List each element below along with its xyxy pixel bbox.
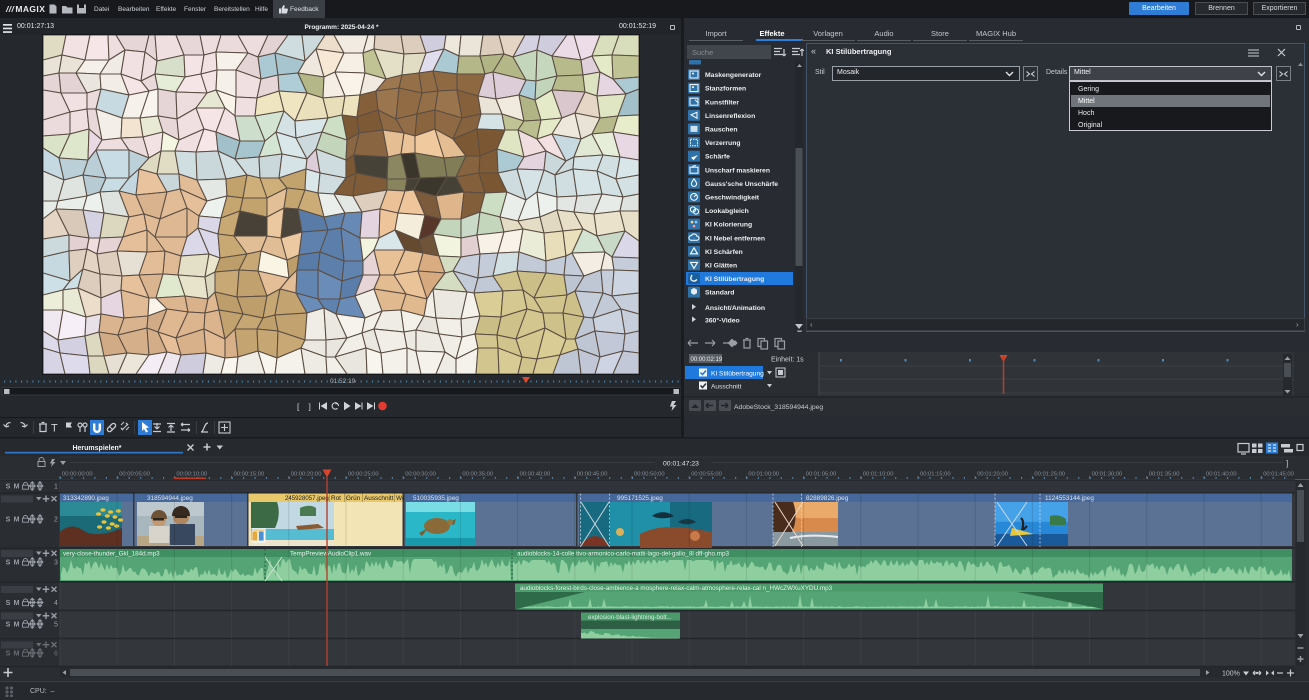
svg-text:S: S <box>6 622 11 629</box>
svg-text:T: T <box>51 423 58 435</box>
svg-text:Ausschnitt: Ausschnitt <box>364 495 394 502</box>
svg-text:Ausschnitt: Ausschnitt <box>711 384 742 391</box>
svg-text:00:01:20;00: 00:01:20;00 <box>977 472 1008 478</box>
svg-text:00:00:45;00: 00:00:45;00 <box>577 472 608 478</box>
svg-text:Geschwindigkeit: Geschwindigkeit <box>705 195 760 202</box>
svg-text:KI Glätten: KI Glätten <box>705 263 737 270</box>
svg-text:00:00:40;00: 00:00:40;00 <box>520 472 551 478</box>
svg-text:KI Stilübertragung: KI Stilübertragung <box>711 371 764 378</box>
svg-text:TempPreviewAudioClip1.wav: TempPreviewAudioClip1.wav <box>290 551 372 558</box>
svg-text:2: 2 <box>54 517 58 524</box>
svg-text:00:01:05;00: 00:01:05;00 <box>806 472 837 478</box>
svg-text:]: ] <box>1286 459 1288 468</box>
svg-text:1124553144.jpeg: 1124553144.jpeg <box>1045 495 1094 502</box>
svg-text:00:01:30;00: 00:01:30;00 <box>1092 472 1123 478</box>
svg-text:00:01:47:23: 00:01:47:23 <box>663 461 699 468</box>
svg-text:1: 1 <box>54 484 58 491</box>
svg-text:00:00:30;00: 00:00:30;00 <box>405 472 436 478</box>
svg-text:100%: 100% <box>1222 671 1240 678</box>
svg-text:S: S <box>6 600 11 607</box>
svg-text:S: S <box>6 484 11 491</box>
svg-text:00:00:20;00: 00:00:20;00 <box>291 472 322 478</box>
svg-text:Rauschen: Rauschen <box>705 127 737 134</box>
svg-text:S: S <box>6 651 11 658</box>
svg-text:AdobeStock_318594944.jpeg: AdobeStock_318594944.jpeg <box>734 404 823 411</box>
svg-text:Grün: Grün <box>346 495 361 502</box>
svg-text:00:01:15;00: 00:01:15;00 <box>920 472 951 478</box>
svg-text:M: M <box>14 600 20 607</box>
svg-text:Unscharf maskieren: Unscharf maskieren <box>705 167 770 174</box>
svg-text:995171525.jpeg: 995171525.jpeg <box>617 495 663 502</box>
svg-text:00:01:40;00: 00:01:40;00 <box>1206 472 1237 478</box>
svg-text:S: S <box>6 517 11 524</box>
svg-text:M: M <box>14 484 20 491</box>
svg-text:Einheit: 1s: Einheit: 1s <box>771 357 804 364</box>
svg-text:00:01:45;00: 00:01:45;00 <box>1263 472 1294 478</box>
svg-text:Maskengenerator: Maskengenerator <box>705 72 762 79</box>
svg-text:explosion-blast-lightning-bolt: explosion-blast-lightning-bolt... <box>588 614 672 621</box>
svg-text:Stanzformen: Stanzformen <box>705 86 746 93</box>
svg-text:Rot: Rot <box>331 495 341 502</box>
svg-text:Kunstfilter: Kunstfilter <box>705 99 739 106</box>
svg-text:00:00:35;00: 00:00:35;00 <box>462 472 493 478</box>
svg-text:00:00:02:19: 00:00:02:19 <box>691 357 723 363</box>
svg-text:00:00:50;00: 00:00:50;00 <box>634 472 665 478</box>
svg-text:M: M <box>14 560 20 567</box>
svg-text:245928057.jpeg: 245928057.jpeg <box>285 495 329 502</box>
svg-text:00:01:35;00: 00:01:35;00 <box>1149 472 1180 478</box>
svg-text:M: M <box>14 651 20 658</box>
svg-text:00:00:55;00: 00:00:55;00 <box>691 472 722 478</box>
svg-text:Verzerrung: Verzerrung <box>705 140 741 147</box>
svg-text:M: M <box>14 517 20 524</box>
svg-text:audioblocks-forest-birds-close: audioblocks-forest-birds-close-ambience-… <box>520 585 833 592</box>
svg-text:00:01:25;00: 00:01:25;00 <box>1034 472 1065 478</box>
svg-text:313342890.jpeg: 313342890.jpeg <box>63 495 109 502</box>
svg-text:Schärfe: Schärfe <box>705 154 730 161</box>
svg-text:3: 3 <box>54 560 58 567</box>
svg-text:510035935.jpeg: 510035935.jpeg <box>413 495 459 502</box>
svg-text:6: 6 <box>54 651 58 658</box>
svg-text:M: M <box>14 622 20 629</box>
svg-text:Linsenreflexion: Linsenreflexion <box>705 113 755 120</box>
svg-text:KI Kolorierung: KI Kolorierung <box>705 222 752 229</box>
svg-text:00:00:25;00: 00:00:25;00 <box>348 472 379 478</box>
svg-text:KI Schärfen: KI Schärfen <box>705 249 743 256</box>
svg-text:Standard: Standard <box>705 290 734 297</box>
svg-text:00:00:05;00: 00:00:05;00 <box>119 472 150 478</box>
svg-text:00:01:00;00: 00:01:00;00 <box>748 472 779 478</box>
svg-text:audioblocks-14-colle tivo-armo: audioblocks-14-colle tivo-armonico-carlo… <box>517 551 729 558</box>
svg-text:KI Nebel entfernen: KI Nebel entfernen <box>705 235 765 242</box>
svg-text:KI Stilübertragung: KI Stilübertragung <box>705 276 764 283</box>
svg-text:318594944.jpeg: 318594944.jpeg <box>147 495 193 502</box>
svg-text:S: S <box>6 560 11 567</box>
svg-text:82889826.jpeg: 82889826.jpeg <box>806 495 849 502</box>
svg-text:Herumspielen*: Herumspielen* <box>72 445 121 452</box>
svg-text:5: 5 <box>54 622 58 629</box>
svg-text:00:00:00:00: 00:00:00:00 <box>62 472 93 478</box>
svg-text:Ansicht/Animation: Ansicht/Animation <box>705 305 765 312</box>
svg-text:Gauss'sche Unschärfe: Gauss'sche Unschärfe <box>705 181 778 188</box>
svg-text:00:00:10;00: 00:00:10;00 <box>176 472 207 478</box>
svg-text:Lookabgleich: Lookabgleich <box>705 208 749 215</box>
svg-text:very-close-thunder_Gkl_184d.mp: very-close-thunder_Gkl_184d.mp3 <box>63 551 160 558</box>
svg-text:4: 4 <box>54 600 58 607</box>
svg-text:00:01:10;00: 00:01:10;00 <box>863 472 894 478</box>
svg-text:360°-Video: 360°-Video <box>705 317 740 325</box>
svg-text:00:00:15;00: 00:00:15;00 <box>234 472 265 478</box>
